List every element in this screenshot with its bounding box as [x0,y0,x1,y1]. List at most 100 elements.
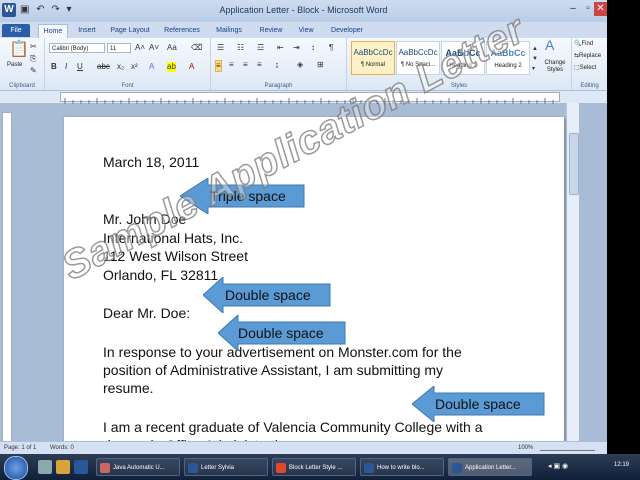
page-count[interactable]: Page: 1 of 1 [4,445,36,451]
change-case-icon[interactable]: Aa [167,43,177,53]
taskbar-item[interactable]: Java Automatic U... [96,458,180,476]
clipboard-group-label: Clipboard [9,83,35,89]
font-size-field[interactable]: 11 [107,43,131,53]
vertical-ruler[interactable] [2,112,12,442]
paragraph-group: ☰ ☷ ☲ ⇤ ⇥ ↕ ¶ ≡ ≡ ≡ ≡ ↨ ◈ ⊞ Paragraph [211,38,347,90]
align-right-icon[interactable]: ≡ [243,60,248,70]
minimize-icon[interactable]: – [565,2,581,16]
font-group: Calibri (Body) 11 A˄ A˅ Aa ⌫ B I U abc x… [45,38,211,90]
zoom-slider[interactable] [540,444,595,451]
highlight-icon[interactable]: ab [167,62,176,72]
tab-file[interactable]: File [2,24,30,37]
show-desktop-icon[interactable] [38,460,52,474]
styles-scroll-icon[interactable]: ▲ ▼ ▾ [532,44,538,74]
show-formatting-icon[interactable]: ¶ [329,43,333,53]
font-group-label: Font [121,83,134,89]
italic-icon[interactable]: I [65,62,67,72]
text-effects-icon[interactable]: A [149,62,154,72]
vertical-scrollbar[interactable] [566,103,579,441]
numbering-icon[interactable]: ☷ [237,43,244,53]
replace-button[interactable]: ⇆Replace [574,52,601,59]
editing-group-label: Editing [580,83,599,89]
address-line: Orlando, FL 32811 [103,267,219,283]
double-space-arrow: Double space [412,386,545,422]
horizontal-ruler[interactable] [60,92,560,104]
taskbar-item[interactable]: How to write blo... [360,458,444,476]
taskbar-item-label: Letter Sylvia [201,465,235,471]
browser-icon [276,463,286,473]
tab-references[interactable]: References [160,24,204,37]
select-label: Select [579,65,597,71]
paragraph-group-label: Paragraph [264,83,293,89]
find-button[interactable]: 🔍Find [574,40,593,47]
tab-home[interactable]: Home [38,24,68,38]
scrollbar-thumb[interactable] [569,133,579,195]
subscript-icon[interactable]: x₂ [117,62,124,72]
close-icon[interactable]: ✕ [594,2,607,16]
align-left-icon[interactable]: ≡ [215,60,222,72]
strikethrough-icon[interactable]: abc [97,62,110,72]
borders-icon[interactable]: ⊞ [317,60,324,70]
arrow-label: Double space [435,396,521,412]
zoom-level[interactable]: 100% [518,445,533,451]
tab-developer[interactable]: Developer [326,24,368,37]
increase-indent-icon[interactable]: ⇥ [293,43,300,53]
taskbar-item-label: How to write blo... [377,465,425,471]
tray-icons[interactable]: ◂ ▣ ◉ [548,462,568,472]
body-line: position of Administrative Assistant, I … [103,362,444,378]
paste-icon[interactable]: 📋 [9,41,29,59]
word-count[interactable]: Words: 0 [50,445,74,451]
taskbar-item[interactable]: Block Letter Style ... [272,458,356,476]
shrink-font-icon[interactable]: A˅ [149,43,159,53]
underline-icon[interactable]: U [77,62,83,72]
taskbar-item[interactable]: Letter Sylvia [184,458,268,476]
cut-icon[interactable]: ✂ [30,42,37,52]
screen-border [607,0,640,480]
sort-icon[interactable]: ↕ [311,43,315,53]
font-name-field[interactable]: Calibri (Body) [49,43,105,53]
editing-group: 🔍Find ⇆Replace ⬚Select Editing [572,38,607,90]
word-taskbar-icon[interactable] [74,460,88,474]
justify-icon[interactable]: ≡ [257,60,262,70]
status-bar: Page: 1 of 1 Words: 0 100% [0,441,607,455]
grow-font-icon[interactable]: A˄ [135,43,145,53]
bullets-icon[interactable]: ☰ [217,43,224,53]
line-spacing-icon[interactable]: ↨ [275,60,279,70]
change-styles-icon[interactable]: A [545,38,554,52]
ruler-margin [0,92,60,102]
multilevel-list-icon[interactable]: ☲ [257,43,264,53]
superscript-icon[interactable]: x² [131,62,138,72]
taskbar-item[interactable]: Application Letter... [448,458,532,476]
change-styles-button[interactable]: Change Styles [541,60,569,74]
double-space-arrow: Double space [203,277,331,313]
shading-icon[interactable]: ◈ [297,60,303,70]
format-painter-icon[interactable]: ✎ [30,66,37,76]
align-center-icon[interactable]: ≡ [229,60,234,70]
arrow-label: Double space [238,325,324,341]
ruler-ticks [64,98,554,104]
letter-date: March 18, 2011 [103,154,200,170]
folder-icon[interactable] [56,460,70,474]
tab-view[interactable]: View [292,24,320,37]
replace-label: Replace [579,53,602,59]
font-color-icon[interactable]: A [189,62,194,72]
taskbar-item-label: Application Letter... [465,465,517,471]
salutation: Dear Mr. Doe: [103,305,191,321]
start-button[interactable] [4,456,28,480]
tab-insert[interactable]: Insert [72,24,102,37]
style-normal[interactable]: AaBbCcDc ¶ Normal [351,41,395,75]
word-window: W ▣ ↶ ↷ ▾ Application Letter - Block - M… [0,0,607,480]
find-label: Find [581,41,594,47]
clock[interactable]: 12:19 [614,462,629,468]
paste-button[interactable]: Paste [7,62,22,68]
clipboard-group: 📋 Paste ✂ ⎘ ✎ Clipboard [0,38,45,90]
word-doc-icon [364,463,374,473]
tab-review[interactable]: Review [254,24,288,37]
decrease-indent-icon[interactable]: ⇤ [277,43,284,53]
copy-icon[interactable]: ⎘ [30,54,36,64]
clear-formatting-icon[interactable]: ⌫ [191,43,202,53]
tab-page-layout[interactable]: Page Layout [106,24,154,37]
select-button[interactable]: ⬚Select [574,64,596,71]
bold-icon[interactable]: B [51,62,57,72]
tab-mailings[interactable]: Mailings [210,24,248,37]
